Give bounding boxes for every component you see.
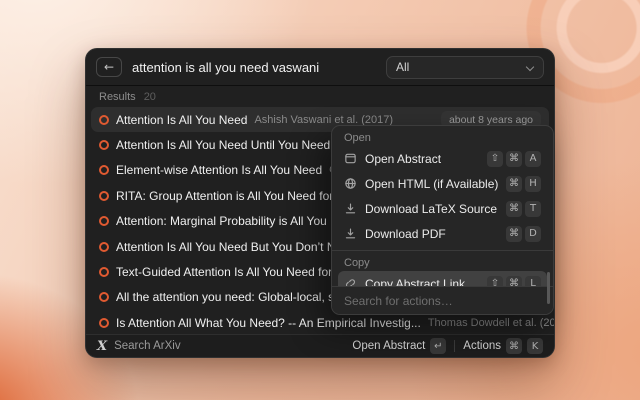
result-title: Is Attention All What You Need? -- An Em… [116, 316, 421, 330]
actions-search-bar [332, 286, 553, 314]
cmd-key-badge: ⌘ [506, 338, 522, 354]
extension-name: Search ArXiv [114, 340, 180, 352]
back-button[interactable]: ← [96, 57, 122, 77]
globe-icon [344, 177, 357, 190]
download-icon [344, 202, 357, 215]
window-icon [344, 152, 357, 165]
actions-search-input[interactable] [344, 294, 541, 308]
arxiv-result-icon [99, 318, 109, 328]
results-count: 20 [144, 91, 156, 103]
result-title: Element-wise Attention Is All You Need [116, 163, 322, 177]
menu-scrollbar[interactable] [547, 272, 550, 304]
menu-item-download-latex[interactable]: Download LaTeX Source ⌘ T [338, 196, 547, 221]
menu-item-open-html[interactable]: Open HTML (if Available) ⌘ H [338, 171, 547, 196]
key-badge: T [525, 201, 541, 217]
key-badge: ⌘ [506, 226, 522, 242]
result-title: Attention: Marginal Probability is All Y… [116, 214, 366, 228]
result-authors: Thomas Dowdell et al. (2019) [428, 317, 554, 329]
key-badge: A [525, 151, 541, 167]
primary-action-label: Open Abstract [352, 340, 425, 352]
download-icon [344, 227, 357, 240]
arxiv-result-icon [99, 140, 109, 150]
menu-item-open-abstract[interactable]: Open Abstract ⇧ ⌘ A [338, 146, 547, 171]
arxiv-result-icon [99, 242, 109, 252]
enter-key-badge: ↵ [430, 338, 446, 354]
arxiv-result-icon [99, 267, 109, 277]
arxiv-result-icon [99, 115, 109, 125]
k-key-badge: K [527, 338, 543, 354]
key-badge: ⌘ [506, 201, 522, 217]
results-header: Results 20 [86, 86, 554, 105]
primary-action-button[interactable]: Open Abstract ↵ [352, 338, 446, 354]
menu-item-download-pdf[interactable]: Download PDF ⌘ D [338, 221, 547, 246]
category-dropdown-value: All [396, 60, 409, 74]
key-badge: ⇧ [487, 151, 503, 167]
arxiv-result-icon [99, 191, 109, 201]
key-badge: ⌘ [506, 151, 522, 167]
arxiv-result-icon [99, 292, 109, 302]
menu-section-open: Open [332, 126, 553, 146]
result-title: Attention Is All You Need [116, 113, 247, 127]
actions-menu: Open Open Abstract ⇧ ⌘ A Open HTML (if A… [331, 125, 554, 315]
menu-item-label: Download LaTeX Source [365, 202, 498, 216]
result-authors: Ashish Vaswani et al. (2017) [254, 114, 393, 126]
status-bar: X Search ArXiv Open Abstract ↵ Actions ⌘… [86, 334, 554, 357]
statusbar-divider [454, 340, 455, 352]
key-badge: D [525, 226, 541, 242]
actions-label: Actions [463, 340, 501, 352]
menu-item-label: Open Abstract [365, 152, 479, 166]
key-badge: H [525, 176, 541, 192]
chevron-down-icon [525, 63, 534, 72]
menu-section-copy: Copy [332, 251, 553, 271]
arxiv-logo-icon: X [97, 339, 107, 354]
menu-item-label: Download PDF [365, 227, 498, 241]
menu-item-label: Open HTML (if Available) [365, 177, 498, 191]
key-badge: ⌘ [506, 176, 522, 192]
arxiv-result-icon [99, 216, 109, 226]
actions-button[interactable]: Actions ⌘ K [463, 338, 543, 354]
search-input[interactable] [132, 60, 376, 75]
arxiv-result-icon [99, 165, 109, 175]
search-topbar: ← All [86, 49, 554, 86]
category-dropdown[interactable]: All [386, 56, 544, 79]
results-label: Results [99, 91, 136, 103]
